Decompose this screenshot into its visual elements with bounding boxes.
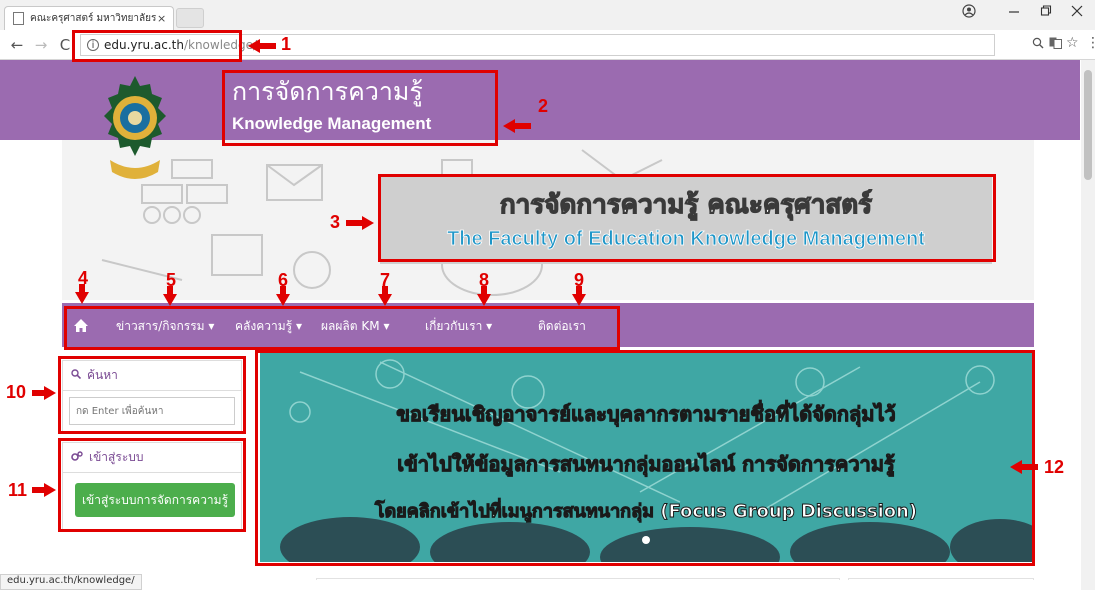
annotation-number-3: 3	[330, 212, 341, 232]
slide-text-line-3: โดยคลิกเข้าไปที่เมนูการสนทนากลุ่ม (Focus…	[374, 501, 918, 523]
caret-down-icon: ▾	[486, 319, 493, 333]
annotation-number-7: 7	[380, 270, 391, 290]
menu-item-news[interactable]: ข่าวสาร/กิจกรรม ▾	[116, 317, 214, 336]
annotation-number-11: 11	[8, 480, 28, 500]
tab-title: คณะครุศาสตร์ มหาวิทยาลัยร	[30, 13, 157, 24]
menu-item-label: ข่าวสาร/กิจกรรม	[116, 319, 205, 333]
search-input[interactable]	[69, 397, 235, 425]
main-menu: ข่าวสาร/กิจกรรม ▾ คลังความรู้ ▾ ผลผลิต K…	[62, 303, 1034, 347]
caret-down-icon: ▾	[383, 319, 390, 333]
search-panel-title: ค้นหา	[87, 368, 118, 382]
page-scrollbar[interactable]	[1081, 60, 1095, 590]
new-tab-button[interactable]	[176, 8, 204, 28]
annotation-number-2: 2	[538, 96, 549, 116]
university-logo[interactable]	[100, 76, 170, 206]
forward-button[interactable]: →	[32, 36, 50, 54]
url-path: /knowledge/	[183, 38, 258, 52]
search-icon	[71, 369, 82, 382]
caret-down-icon: ▾	[208, 319, 215, 333]
menu-item-contact[interactable]: ติดต่อเรา	[538, 317, 586, 336]
login-panel: เข้าสู่ระบบ เข้าสู่ระบบการจัดการความรู้	[62, 442, 242, 530]
back-button[interactable]: ←	[8, 36, 26, 54]
slide-text-line-1: ขอเรียนเชิญอาจารย์และบุคลากรตามรายชื่อที…	[396, 402, 897, 427]
tab-close-icon[interactable]: ×	[157, 12, 173, 25]
annotation-number-8: 8	[479, 270, 490, 290]
menu-item-knowledge-base[interactable]: คลังความรู้ ▾	[235, 317, 302, 336]
annotation-number-5: 5	[166, 270, 177, 290]
annotation-number-10: 10	[6, 382, 27, 402]
close-window-icon[interactable]	[1063, 4, 1091, 22]
browser-tabbar: คณะครุศาสตร์ มหาวิทยาลัยร ×	[0, 0, 1095, 30]
site-title: การจัดการความรู้	[232, 77, 423, 106]
page-icon	[13, 12, 24, 25]
restore-icon[interactable]	[1032, 4, 1060, 22]
url-host: edu.yru.ac.th	[104, 38, 184, 52]
slide-indicator-dot[interactable]	[642, 536, 650, 544]
browser-toolbar: ← → C i edu.yru.ac.th/knowledge/ ☆ ⋮	[0, 30, 1095, 60]
menu-item-km-output[interactable]: ผลผลิต KM ▾	[321, 317, 389, 336]
slide-text-line-2: เข้าไปให้ข้อมูลการสนทนากลุ่มออนไลน์ การจ…	[397, 452, 895, 477]
login-panel-title: เข้าสู่ระบบ	[89, 450, 144, 464]
banner-title-thai: การจัดการความรู้ คณะครุศาสตร์	[499, 189, 873, 220]
info-icon[interactable]: i	[87, 39, 99, 51]
site-subtitle: Knowledge Management	[232, 114, 432, 133]
banner-title-panel: การจัดการความรู้ คณะครุศาสตร์ The Facult…	[380, 174, 992, 264]
header-banner: การจัดการความรู้ คณะครุศาสตร์ The Facult…	[62, 140, 1034, 300]
banner-title-english: The Faculty of Education Knowledge Manag…	[447, 228, 926, 251]
web-page: การจัดการความรู้ คณะครุศาสตร์ The Facult…	[0, 60, 1080, 580]
menu-item-label: เกี่ยวกับเรา	[425, 319, 483, 333]
search-panel: ค้นหา	[62, 360, 242, 432]
bookmark-star-icon[interactable]: ☆	[1066, 35, 1079, 51]
annotation-number-4: 4	[78, 268, 89, 288]
minimize-icon[interactable]	[1000, 4, 1028, 22]
zoom-icon[interactable]	[1032, 37, 1044, 52]
annotation-number-12: 12	[1044, 457, 1065, 477]
login-button[interactable]: เข้าสู่ระบบการจัดการความรู้	[75, 483, 235, 517]
side-card	[848, 578, 1034, 580]
menu-dots-icon[interactable]: ⋮	[1086, 35, 1095, 51]
annotation-number-9: 9	[574, 270, 585, 290]
translate-icon[interactable]	[1049, 37, 1062, 52]
menu-item-label: ติดต่อเรา	[538, 319, 586, 333]
url-bar[interactable]: i edu.yru.ac.th/knowledge/	[80, 34, 995, 56]
login-panel-header: เข้าสู่ระบบ	[63, 443, 241, 473]
browser-tab[interactable]: คณะครุศาสตร์ มหาวิทยาลัยร ×	[4, 6, 174, 30]
search-panel-header: ค้นหา	[63, 361, 241, 391]
content-card	[316, 578, 840, 580]
home-icon[interactable]	[74, 317, 88, 336]
menu-item-about[interactable]: เกี่ยวกับเรา ▾	[425, 317, 492, 336]
menu-item-label: ผลผลิต KM	[321, 319, 380, 333]
caret-down-icon: ▾	[295, 319, 302, 333]
menu-item-label: คลังความรู้	[235, 319, 293, 333]
annotation-number-6: 6	[278, 270, 289, 290]
announcement-slide[interactable]: ขอเรียนเชิญอาจารย์และบุคลากรตามรายชื่อที…	[260, 352, 1032, 562]
status-url: edu.yru.ac.th/knowledge/	[0, 574, 142, 590]
annotation-number-1: 1	[281, 34, 292, 54]
gears-icon	[71, 451, 83, 464]
reload-button[interactable]: C	[56, 36, 74, 54]
profile-icon[interactable]	[955, 4, 983, 22]
scrollbar-thumb[interactable]	[1084, 70, 1092, 180]
